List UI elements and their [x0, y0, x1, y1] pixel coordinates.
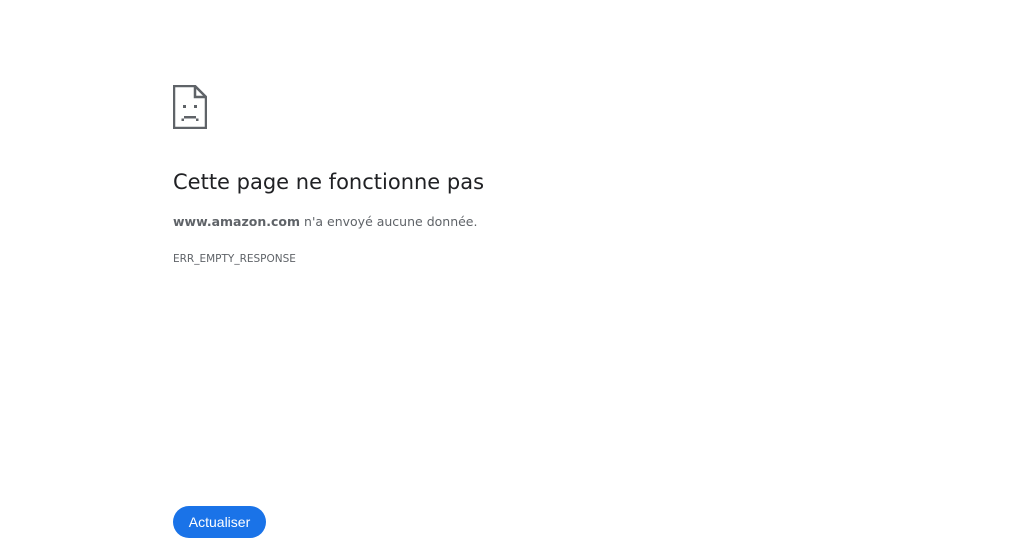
sad-page-icon [173, 85, 207, 129]
reload-button[interactable]: Actualiser [173, 506, 266, 538]
error-page: Cette page ne fonctionne pas www.amazon.… [0, 0, 1034, 560]
error-summary: www.amazon.com n'a envoyé aucune donnée. [173, 213, 477, 231]
error-host: www.amazon.com [173, 214, 301, 229]
error-code: ERR_EMPTY_RESPONSE [173, 253, 296, 265]
error-headline: Cette page ne fonctionne pas [173, 170, 485, 194]
error-summary-text: n'a envoyé aucune donnée. [304, 214, 478, 229]
